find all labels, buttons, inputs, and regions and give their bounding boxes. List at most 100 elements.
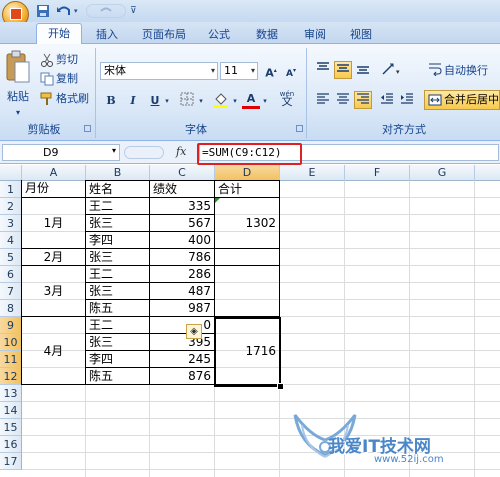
- grow-font-button[interactable]: A▴: [262, 62, 280, 80]
- row-header-10[interactable]: 10: [0, 334, 22, 351]
- month-cell-4[interactable]: 4月: [21, 316, 86, 385]
- total-cell-1[interactable]: 1302: [214, 197, 280, 249]
- column-header-g[interactable]: G: [410, 165, 475, 181]
- name-cell[interactable]: 张三: [85, 333, 150, 351]
- perf-cell[interactable]: 487: [149, 282, 215, 300]
- cut-button[interactable]: 剪切: [56, 51, 78, 69]
- decrease-indent-icon[interactable]: [378, 92, 396, 110]
- row-header-14[interactable]: 14: [0, 402, 22, 419]
- wrap-text-button[interactable]: 自动换行: [444, 62, 488, 80]
- name-cell[interactable]: 王二: [85, 316, 150, 334]
- clipboard-dialog-launcher[interactable]: [84, 125, 91, 132]
- align-right-icon[interactable]: [354, 91, 372, 109]
- tab-page-layout[interactable]: 页面布局: [136, 26, 192, 44]
- tab-view[interactable]: 视图: [346, 26, 376, 44]
- tab-insert[interactable]: 插入: [90, 26, 124, 44]
- column-header-a[interactable]: A: [22, 165, 86, 181]
- row-header-1[interactable]: 1: [0, 181, 22, 198]
- redo-icon[interactable]: [86, 4, 126, 18]
- name-cell[interactable]: 张三: [85, 282, 150, 300]
- name-cell[interactable]: 陈五: [85, 367, 150, 385]
- name-cell[interactable]: 张三: [85, 214, 150, 232]
- total-cell-3[interactable]: [214, 265, 280, 317]
- name-cell[interactable]: 王二: [85, 197, 150, 215]
- row-header-9[interactable]: 9: [0, 317, 22, 334]
- font-dialog-launcher[interactable]: [296, 125, 303, 132]
- name-cell[interactable]: 陈五: [85, 299, 150, 317]
- total-cell-2[interactable]: [214, 248, 280, 266]
- align-bottom-icon[interactable]: [354, 62, 372, 80]
- name-box-dropdown-icon[interactable]: ▾: [112, 146, 116, 155]
- paste-dropdown-icon[interactable]: ▾: [4, 104, 32, 122]
- align-center-icon[interactable]: [334, 92, 352, 110]
- fill-color-dropdown-icon[interactable]: ▾: [230, 92, 240, 110]
- align-left-icon[interactable]: [314, 92, 332, 110]
- undo-icon[interactable]: [56, 4, 72, 18]
- cell-d1[interactable]: 合计: [214, 180, 280, 198]
- cell-b1[interactable]: 姓名: [85, 180, 150, 198]
- cell-a1[interactable]: 月份: [21, 180, 86, 198]
- column-header-d[interactable]: D: [215, 165, 280, 181]
- month-cell-3[interactable]: 3月: [21, 265, 86, 317]
- align-top-icon[interactable]: [314, 62, 332, 80]
- font-name-select[interactable]: 宋体 ▾: [100, 62, 218, 80]
- perf-cell[interactable]: 335: [149, 197, 215, 215]
- phonetic-button[interactable]: wén 文: [276, 90, 298, 108]
- undo-dropdown-icon[interactable]: ▾: [74, 4, 82, 18]
- select-all-corner[interactable]: [0, 165, 22, 181]
- copy-button[interactable]: 复制: [56, 70, 78, 88]
- month-cell-2[interactable]: 2月: [21, 248, 86, 266]
- tab-data[interactable]: 数据: [252, 26, 282, 44]
- name-cell[interactable]: 李四: [85, 350, 150, 368]
- row-header-5[interactable]: 5: [0, 249, 22, 266]
- column-header-h[interactable]: [475, 165, 500, 181]
- perf-cell[interactable]: 786: [149, 248, 215, 266]
- merge-center-button[interactable]: 合并后居中: [424, 90, 500, 110]
- cell-c1[interactable]: 绩效: [149, 180, 215, 198]
- name-cell[interactable]: 王二: [85, 265, 150, 283]
- fill-handle[interactable]: [277, 383, 284, 390]
- align-middle-icon[interactable]: [334, 61, 352, 79]
- perf-cell[interactable]: 286: [149, 265, 215, 283]
- row-header-12[interactable]: 12: [0, 368, 22, 385]
- customize-toolbar-icon[interactable]: ⊽: [130, 4, 137, 18]
- bold-button[interactable]: B: [102, 92, 120, 110]
- row-header-2[interactable]: 2: [0, 198, 22, 215]
- increase-indent-icon[interactable]: [398, 92, 416, 110]
- format-painter-button[interactable]: 格式刷: [56, 90, 89, 108]
- save-icon[interactable]: [36, 4, 50, 18]
- column-header-e[interactable]: E: [280, 165, 345, 181]
- orientation-icon[interactable]: ▾: [380, 62, 406, 80]
- paste-icon[interactable]: [4, 50, 32, 90]
- perf-cell[interactable]: 0: [149, 316, 215, 334]
- formula-bar-expander[interactable]: [124, 146, 164, 159]
- name-cell[interactable]: 张三: [85, 248, 150, 266]
- perf-cell[interactable]: 567: [149, 214, 215, 232]
- insert-function-button[interactable]: fx: [176, 145, 186, 158]
- tab-formulas[interactable]: 公式: [204, 26, 234, 44]
- borders-dropdown-icon[interactable]: ▾: [196, 92, 206, 110]
- month-cell-1[interactable]: 1月: [21, 197, 86, 249]
- row-header-11[interactable]: 11: [0, 351, 22, 368]
- tab-review[interactable]: 审阅: [300, 26, 330, 44]
- underline-dropdown-icon[interactable]: ▾: [162, 92, 172, 110]
- fill-color-icon[interactable]: [212, 92, 230, 110]
- perf-cell[interactable]: 245: [149, 350, 215, 368]
- italic-button[interactable]: I: [124, 92, 142, 110]
- column-header-f[interactable]: F: [345, 165, 410, 181]
- smart-tag-warning-icon[interactable]: ◈: [186, 324, 202, 339]
- row-header-8[interactable]: 8: [0, 300, 22, 317]
- shrink-font-button[interactable]: A▾: [282, 62, 300, 80]
- perf-cell[interactable]: 987: [149, 299, 215, 317]
- row-header-16[interactable]: 16: [0, 436, 22, 453]
- row-header-7[interactable]: 7: [0, 283, 22, 300]
- name-box[interactable]: D9: [2, 144, 120, 161]
- perf-cell[interactable]: 876: [149, 367, 215, 385]
- font-size-select[interactable]: 11 ▾: [220, 62, 258, 80]
- row-header-4[interactable]: 4: [0, 232, 22, 249]
- perf-cell[interactable]: 400: [149, 231, 215, 249]
- borders-icon[interactable]: [178, 92, 196, 110]
- tab-home[interactable]: 开始: [36, 23, 82, 44]
- row-header-15[interactable]: 15: [0, 419, 22, 436]
- row-header-3[interactable]: 3: [0, 215, 22, 232]
